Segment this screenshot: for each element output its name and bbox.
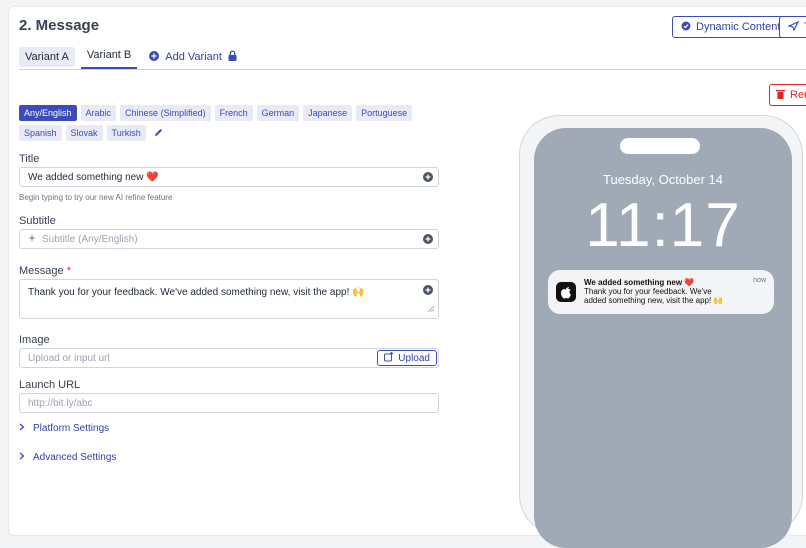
resize-handle-icon[interactable] — [427, 304, 435, 315]
notification-body: Thank you for your feedback. We've added… — [584, 287, 724, 305]
advanced-settings-label: Advanced Settings — [33, 452, 117, 463]
platform-settings-toggle[interactable]: Platform Settings — [19, 423, 109, 434]
add-personalization-icon[interactable] — [423, 285, 433, 298]
add-variant-label: Add Variant — [165, 51, 222, 63]
lang-tab-slovak[interactable]: Slovak — [65, 125, 103, 141]
lang-tab-turkish[interactable]: Turkish — [106, 125, 146, 141]
phone-preview: Tuesday, October 14 11:17 We added somet… — [519, 115, 803, 548]
subtitle-input[interactable]: Subtitle (Any/English) — [19, 229, 439, 249]
advanced-settings-toggle[interactable]: Advanced Settings — [19, 452, 116, 463]
message-textarea[interactable]: Thank you for your feedback. We've added… — [19, 279, 439, 319]
remove-button[interactable]: Rem — [769, 84, 806, 106]
image-url-input[interactable]: Upload or input url Upload — [19, 348, 439, 368]
title-label: Title — [19, 153, 40, 165]
lang-tab-portuguese[interactable]: Portuguese — [356, 105, 413, 121]
add-variant-button[interactable]: Add Variant — [149, 50, 237, 64]
test-button[interactable]: T — [779, 16, 806, 38]
lock-time: 11:17 — [585, 191, 741, 260]
trash-icon — [776, 89, 785, 102]
tabs-divider — [19, 69, 806, 70]
add-personalization-icon[interactable] — [423, 234, 433, 247]
launch-url-placeholder: http://bit.ly/abc — [28, 397, 93, 409]
upload-label: Upload — [398, 352, 430, 364]
lang-tab-any-english[interactable]: Any/English — [19, 105, 77, 121]
apple-app-icon — [556, 282, 576, 302]
tab-variant-b[interactable]: Variant B — [80, 45, 138, 69]
tab-variant-a[interactable]: Variant A — [19, 47, 75, 67]
platform-settings-label: Platform Settings — [33, 423, 110, 434]
subtitle-placeholder: Subtitle (Any/English) — [42, 233, 138, 245]
chevron-right-icon — [19, 423, 25, 434]
subtitle-label: Subtitle — [19, 215, 56, 227]
message-label: Message * — [19, 265, 71, 277]
edit-languages-icon[interactable] — [154, 126, 163, 140]
notification-title: We added something new ❤️ — [584, 278, 695, 287]
image-placeholder: Upload or input url — [28, 352, 110, 364]
launch-url-label: Launch URL — [19, 379, 81, 391]
title-value: We added something new ❤️ — [28, 171, 159, 183]
lock-date: Tuesday, October 14 — [603, 172, 723, 187]
add-personalization-icon[interactable] — [423, 172, 433, 185]
title-hint: Begin typing to try our new AI refine fe… — [19, 193, 173, 202]
language-tabs: Any/English Arabic Chinese (Simplified) … — [19, 105, 419, 141]
variant-tabs: Variant A Variant B Add Variant — [19, 45, 237, 69]
plus-circle-icon — [149, 50, 160, 64]
lang-tab-spanish[interactable]: Spanish — [19, 125, 62, 141]
title-input[interactable]: We added something new ❤️ — [19, 167, 439, 187]
section-title: 2. Message — [19, 17, 100, 34]
lock-screen: Tuesday, October 14 11:17 We added somet… — [534, 128, 792, 548]
lang-tab-japanese[interactable]: Japanese — [303, 105, 353, 121]
dynamic-content-button[interactable]: Dynamic Content — [672, 16, 790, 38]
upload-button[interactable]: Upload — [377, 350, 437, 366]
lang-tab-chinese[interactable]: Chinese (Simplified) — [120, 105, 211, 121]
notification-time: now — [753, 277, 766, 284]
lang-tab-french[interactable]: French — [214, 105, 253, 121]
image-label: Image — [19, 334, 50, 346]
ai-sparkle-icon — [28, 233, 38, 246]
remove-label: Rem — [790, 89, 806, 101]
upload-icon — [384, 351, 394, 365]
send-icon — [787, 20, 800, 34]
notification-preview: We added something new ❤️ Thank you for … — [548, 270, 774, 314]
lang-tab-german[interactable]: German — [256, 105, 300, 121]
message-value: Thank you for your feedback. We've added… — [28, 287, 365, 298]
launch-url-input[interactable]: http://bit.ly/abc — [19, 393, 439, 413]
dynamic-content-icon — [681, 21, 691, 34]
dynamic-island — [620, 138, 700, 154]
lang-tab-arabic[interactable]: Arabic — [80, 105, 117, 121]
dynamic-content-label: Dynamic Content — [696, 21, 781, 33]
message-card: 2. Message Dynamic Content T Variant A V… — [8, 6, 806, 548]
lock-icon — [228, 50, 237, 64]
chevron-right-icon — [19, 452, 25, 463]
